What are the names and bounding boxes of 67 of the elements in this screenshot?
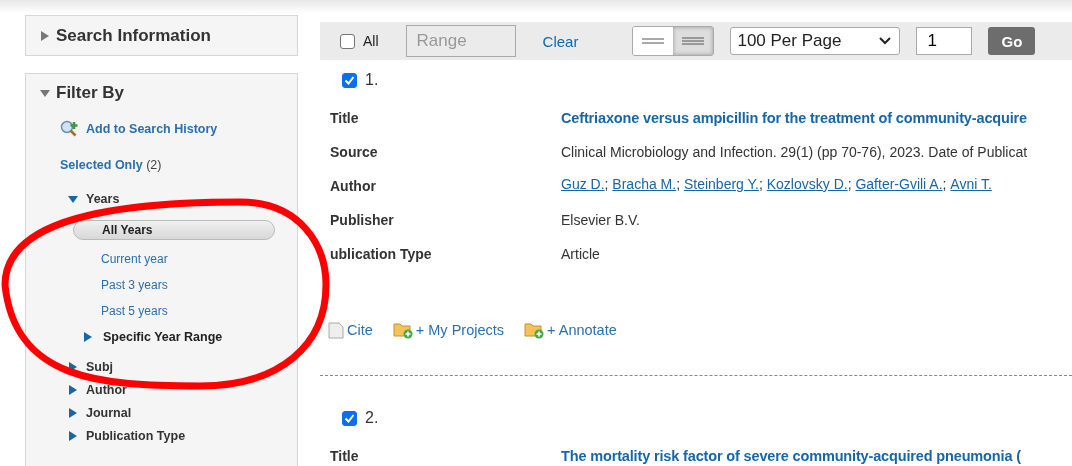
separator-text: ; <box>847 176 852 194</box>
magnifier-plus-icon <box>60 120 80 138</box>
facet-header[interactable]: Publication Type <box>68 424 297 447</box>
facet-header[interactable]: Subj <box>68 355 297 378</box>
facet-header[interactable]: Author <box>68 378 297 401</box>
facet-option[interactable]: Past 5 years <box>73 298 275 324</box>
record-action-link[interactable]: + Annotate <box>524 321 617 339</box>
range-field[interactable]: Range <box>405 25 516 57</box>
facet-option[interactable]: All Years <box>73 220 275 240</box>
search-information-header[interactable]: Search Information <box>25 15 298 56</box>
view-toggle-button[interactable] <box>673 27 714 55</box>
facet-option[interactable]: Past 3 years <box>73 272 275 298</box>
checkbox[interactable] <box>342 72 357 88</box>
chevron-down-icon <box>879 37 892 45</box>
facet-header[interactable]: Journal <box>68 401 297 424</box>
record-number: 1. <box>365 71 379 89</box>
field-value: Elsevier B.V. <box>561 211 641 230</box>
per-page-dropdown[interactable]: 100 Per Page <box>730 27 901 55</box>
field-label: Title <box>330 109 360 128</box>
caret-down-icon[interactable] <box>68 193 78 204</box>
sidebar-link[interactable]: Add to Search History <box>60 119 297 139</box>
two-lines-icon <box>642 36 665 46</box>
author-link[interactable]: Kozlovsky D. <box>766 176 848 196</box>
author-link[interactable]: Gafter-Gvili A. <box>855 176 943 196</box>
caret-right-icon[interactable] <box>68 430 78 441</box>
clear-link[interactable]: Clear <box>542 32 579 50</box>
field-label: ublication Type <box>330 245 433 264</box>
field-label: Author <box>330 177 377 196</box>
separator-text: ; <box>604 176 609 194</box>
caret-down-icon[interactable] <box>40 88 50 98</box>
go-button[interactable]: Go <box>988 27 1036 55</box>
folder-plus-icon <box>392 321 413 339</box>
record-number: 2. <box>365 409 379 427</box>
caret-right-icon[interactable] <box>68 407 78 418</box>
folder-plus-icon <box>524 321 545 339</box>
facet-subgroup[interactable]: Specific Year Range <box>73 324 275 350</box>
checkbox[interactable] <box>342 410 357 426</box>
separator-text: ; <box>942 176 947 194</box>
three-lines-icon <box>682 36 705 46</box>
author-link[interactable]: Bracha M. <box>612 176 677 196</box>
view-toggle-button[interactable] <box>633 27 674 55</box>
checkbox[interactable] <box>340 33 355 49</box>
field-value: Article <box>561 245 601 264</box>
separator-text: ; <box>758 176 763 194</box>
record-title-link[interactable]: The mortality risk factor of severe community-acquired pneumonia ( <box>561 446 1072 466</box>
field-value: Clinical Microbiology and Infection. 29(1) (pp 70-76), 2023. Date of Publicat <box>561 143 1029 162</box>
select-all-label[interactable]: All <box>363 33 379 49</box>
field-label: Title <box>330 447 360 466</box>
field-label: Source <box>330 143 379 162</box>
page-field[interactable]: 1 <box>916 27 973 55</box>
separator-text: ; <box>676 176 681 194</box>
caret-right-icon[interactable] <box>68 361 78 372</box>
facet-option[interactable]: Current year <box>73 246 275 272</box>
caret-right-icon[interactable] <box>40 30 50 41</box>
caret-right-icon[interactable] <box>83 332 93 342</box>
record-action-link[interactable]: + My Projects <box>392 321 505 339</box>
facet-header[interactable]: Years <box>68 187 297 210</box>
filter-by-header[interactable]: Filter By <box>26 82 297 104</box>
sidebar-link[interactable]: Selected Only (2) <box>60 155 297 175</box>
record-action-link[interactable]: Cite <box>328 321 373 339</box>
field-label: Publisher <box>330 211 395 230</box>
author-link[interactable]: Avni T. <box>950 176 992 196</box>
record-title-link[interactable]: Ceftriaxone versus ampicillin for the treatment of community-acquire <box>561 108 1072 128</box>
author-link[interactable]: Steinberg Y. <box>683 176 759 196</box>
document-icon <box>328 321 344 339</box>
caret-right-icon[interactable] <box>68 384 78 395</box>
author-link[interactable]: Guz D. <box>561 176 605 196</box>
